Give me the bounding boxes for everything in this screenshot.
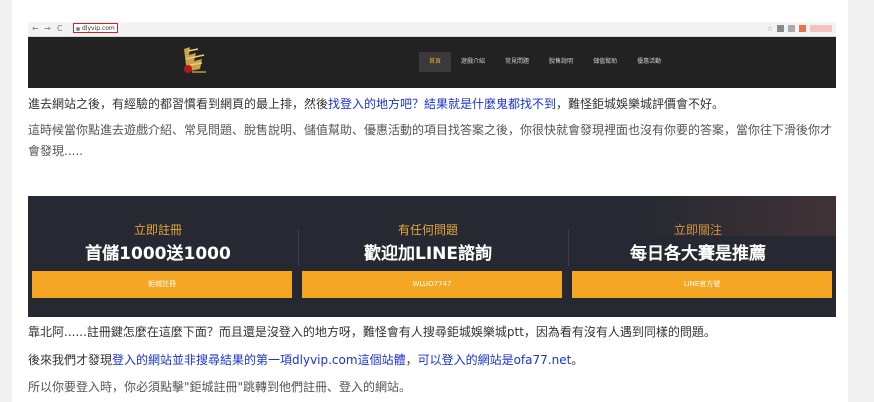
site-nav-games[interactable]: 遊戲介紹 bbox=[451, 52, 495, 72]
browser-extensions: ☆ bbox=[767, 24, 832, 33]
site-nav-faq[interactable]: 常見問題 bbox=[495, 52, 539, 72]
paragraph-text: ， bbox=[405, 353, 418, 367]
extension-icon[interactable] bbox=[799, 25, 806, 32]
site-nav-promotions[interactable]: 優惠活動 bbox=[627, 52, 671, 72]
site-nav-home[interactable]: 首頁 bbox=[419, 52, 452, 72]
paragraph-1: 進去網站之後，有經驗的都習慣看到網頁的最上排，然後找登入的地方吧？結果就是什麼鬼… bbox=[28, 94, 724, 115]
reload-icon[interactable]: C bbox=[57, 23, 63, 35]
banner-column-heading: 有任何問題 bbox=[397, 223, 458, 237]
banner-column-heading: 立即註冊 bbox=[133, 223, 182, 237]
paragraph-5: 所以你要登入時，你必須點擊"鉅城註冊"跳轉到他們註冊、登入的網站。 bbox=[28, 380, 412, 394]
extension-icon[interactable] bbox=[788, 25, 795, 32]
banner-column-title: 首儲1000送1000 bbox=[85, 244, 231, 264]
back-icon[interactable]: ← bbox=[32, 23, 39, 35]
paragraph-text: 後來我們才發現 bbox=[28, 353, 113, 367]
paragraph-link[interactable]: 可以登入的網站是ofa77.net bbox=[418, 353, 572, 367]
paragraph-2: 這時候當你點進去遊戲介紹、常見問題、脫售說明、儲值幫助、優惠活動的項目找答案之後… bbox=[28, 123, 833, 158]
star-icon[interactable]: ☆ bbox=[767, 25, 773, 33]
site-nav-deposit[interactable]: 儲值幫助 bbox=[583, 52, 627, 72]
banner-column-follow: 立即關注 每日各大賽是推薦 bbox=[568, 222, 828, 266]
forward-icon[interactable]: → bbox=[44, 23, 51, 35]
line-id-button[interactable]: WLUO7747 bbox=[302, 271, 562, 298]
site-nav-withdraw[interactable]: 脫售說明 bbox=[539, 52, 583, 72]
site-nav: 首頁 遊戲介紹 常見問題 脫售說明 儲值幫助 優惠活動 bbox=[419, 52, 671, 72]
site-screenshot: ← → C dlyvip.com ☆ 首頁 遊戲介紹 常見問題 脫售說明 儲值幫… bbox=[28, 22, 836, 88]
profile-avatar[interactable] bbox=[810, 25, 832, 32]
paragraph-text: 進去網站之後，有經驗的都習慣看到網頁的最上排，然後 bbox=[28, 97, 329, 111]
register-button[interactable]: 鉅城註冊 bbox=[32, 271, 292, 298]
banner-column-line: 有任何問題 歡迎加LINE諮詢 bbox=[298, 222, 558, 266]
paragraph-link[interactable]: 登入的網站並非搜尋結果的第一項dlyvip.com這個站體 bbox=[112, 353, 406, 367]
site-logo[interactable] bbox=[176, 43, 212, 77]
banner-column-register: 立即註冊 首儲1000送1000 bbox=[28, 222, 288, 266]
paragraph-3: 靠北阿......註冊鍵怎麼在這麼下面？而且還是沒登入的地方呀，難怪會有人搜尋鉅… bbox=[28, 325, 716, 339]
paragraph-text: ，難怪鉅城娛樂城評價會不好。 bbox=[556, 97, 725, 111]
address-url: dlyvip.com bbox=[82, 25, 115, 32]
banner-column-title: 每日各大賽是推薦 bbox=[630, 244, 766, 264]
paragraph-4: 後來我們才發現登入的網站並非搜尋結果的第一項dlyvip.com這個站體，可以登… bbox=[28, 350, 583, 371]
site-header: 首頁 遊戲介紹 常見問題 脫售說明 儲值幫助 優惠活動 bbox=[28, 37, 836, 88]
paragraph-text: 。 bbox=[571, 353, 584, 367]
address-bar[interactable]: dlyvip.com bbox=[73, 23, 118, 33]
extension-icon[interactable] bbox=[777, 25, 784, 32]
line-official-button[interactable]: LINE官方號 bbox=[572, 271, 832, 298]
site-info-icon bbox=[76, 26, 80, 31]
paragraph-link[interactable]: 找登入的地方吧？結果就是什麼鬼都找不到 bbox=[328, 97, 556, 111]
banner-column-title: 歡迎加LINE諮詢 bbox=[364, 244, 492, 264]
browser-toolbar: ← → C dlyvip.com ☆ bbox=[28, 22, 836, 37]
banner-column-heading: 立即關注 bbox=[673, 223, 722, 237]
register-banner-screenshot: 立即註冊 首儲1000送1000 有任何問題 歡迎加LINE諮詢 立即關注 每日… bbox=[28, 196, 836, 317]
